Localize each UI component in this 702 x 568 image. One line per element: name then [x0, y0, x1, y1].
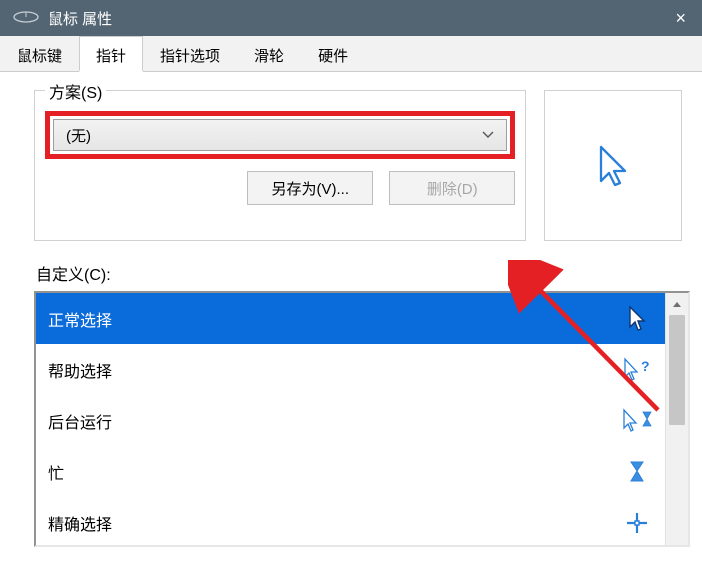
list-item-label: 帮助选择: [48, 358, 112, 382]
cursor-preview: [544, 90, 682, 241]
list-item-label: 精确选择: [48, 511, 112, 535]
list-item[interactable]: 帮助选择 ?: [36, 344, 665, 395]
working-cursor-icon: [621, 408, 653, 434]
list-item-label: 后台运行: [48, 409, 112, 433]
scroll-thumb[interactable]: [669, 315, 685, 425]
list-item[interactable]: 精确选择: [36, 497, 665, 545]
scrollbar[interactable]: [665, 293, 688, 545]
scheme-selected-text: (无): [66, 125, 91, 146]
mouse-icon: [12, 10, 40, 27]
tab-pointers[interactable]: 指针: [79, 36, 143, 72]
annotation-highlight: (无): [45, 111, 515, 159]
list-item-label: 正常选择: [48, 307, 112, 331]
arrow-cursor-icon: [593, 141, 633, 191]
scheme-groupbox: 方案(S) (无) 另存为(V)... 删除(D): [34, 90, 526, 241]
list-item[interactable]: 后台运行: [36, 395, 665, 446]
help-cursor-icon: ?: [621, 357, 653, 383]
tab-mouse-buttons[interactable]: 鼠标键: [0, 36, 79, 71]
titlebar: 鼠标 属性 ×: [0, 0, 702, 36]
customize-label: 自定义(C):: [36, 261, 682, 285]
svg-text:?: ?: [641, 358, 650, 374]
chevron-down-icon: [482, 128, 494, 142]
hourglass-icon: [621, 459, 653, 485]
scroll-up-icon[interactable]: [666, 293, 688, 315]
close-button[interactable]: ×: [671, 8, 690, 29]
save-as-button[interactable]: 另存为(V)...: [247, 171, 373, 205]
tab-strip: 鼠标键 指针 指针选项 滑轮 硬件: [0, 36, 702, 72]
scheme-label: 方案(S): [45, 79, 106, 103]
scheme-dropdown[interactable]: (无): [53, 119, 507, 151]
list-item[interactable]: 正常选择: [36, 293, 665, 344]
list-item[interactable]: 忙: [36, 446, 665, 497]
arrow-cursor-icon: [621, 305, 653, 333]
window-title: 鼠标 属性: [48, 8, 112, 29]
delete-button: 删除(D): [389, 171, 515, 205]
tab-wheel[interactable]: 滑轮: [237, 36, 301, 71]
crosshair-icon: [621, 511, 653, 535]
tab-hardware[interactable]: 硬件: [301, 36, 365, 71]
tab-pointer-options[interactable]: 指针选项: [143, 36, 237, 71]
list-item-label: 忙: [48, 460, 64, 484]
cursor-listbox[interactable]: 正常选择 帮助选择 ? 后台运行: [34, 291, 690, 547]
